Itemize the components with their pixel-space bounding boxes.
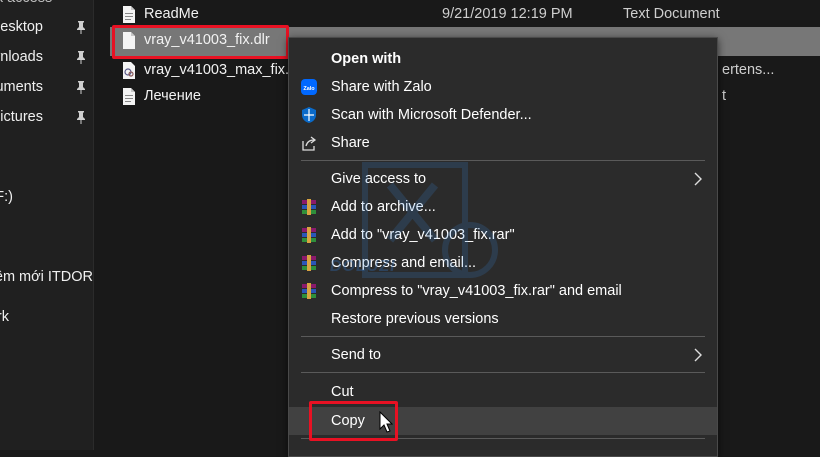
nav-item-label: Quick access [0,0,52,10]
file-name: Лечение [144,88,201,104]
winrar-icon [302,199,316,215]
menu-item-give-access[interactable]: Give access to [289,165,717,193]
nav-item-label: (F:) [0,189,13,205]
text-file-icon [123,88,135,105]
pin-icon [77,51,85,64]
nav-item-network[interactable]: Network [0,305,93,329]
menu-item-label: Scan with Microsoft Defender... [331,107,532,123]
nav-item-downloads[interactable]: Downloads [0,45,93,69]
menu-item-compress-rar-email[interactable]: Compress to "vray_v41003_fix.rar" and em… [289,277,717,305]
pin-icon [77,81,85,94]
file-name: ReadMe [144,6,199,22]
menu-item-scan-defender[interactable]: Scan with Microsoft Defender... [289,101,717,129]
menu-item-restore-previous[interactable]: Restore previous versions [289,305,717,333]
file-type: t [722,88,727,104]
file-type: ertens... [722,62,775,78]
menu-item-open-with[interactable]: Open with [289,45,717,73]
menu-item-add-to-rar[interactable]: Add to "vray_v41003_fix.rar" [289,221,717,249]
navigation-pane: Quick access Desktop Downloads Documents… [0,0,94,450]
menu-item-send-to[interactable]: Send to [289,341,717,369]
nav-item-label: Pictures [0,109,43,125]
menu-item-label: Send to [331,347,381,363]
menu-item-label: Share with Zalo [331,79,432,95]
menu-separator [301,160,705,161]
pin-icon [77,111,85,124]
nav-item-label: Mẹo tải phần mềm mới ITDOR [0,269,93,285]
nav-item-label: Network [0,309,9,325]
winrar-icon [302,255,316,271]
text-file-icon [123,6,135,23]
file-type: Text Document [623,6,720,22]
registry-file-icon [123,62,135,79]
menu-item-label: Give access to [331,171,427,187]
file-name: vray_v41003_max_fix.d [144,62,298,78]
nav-item-label: Downloads [0,49,43,65]
nav-item-folder-itdor[interactable]: Mẹo tải phần mềm mới ITDOR [0,265,93,289]
menu-separator [301,336,705,337]
menu-item-label: Share [331,135,370,151]
nav-item-quick-access[interactable]: Quick access [0,0,93,10]
menu-separator [301,372,705,373]
context-menu: Open with Zalo Share with Zalo Scan with… [288,37,718,457]
winrar-icon [302,283,316,299]
chevron-right-icon [694,172,702,186]
nav-item-desktop[interactable]: Desktop [0,15,93,39]
highlight-box-selected-file [112,25,289,59]
nav-item-pictures[interactable]: Pictures [0,105,93,129]
nav-item-label: Documents [0,79,43,95]
winrar-icon [302,227,316,243]
pin-icon [77,21,85,34]
zalo-icon: Zalo [301,79,317,95]
menu-item-label: Add to archive... [331,199,436,215]
nav-item-drive-f[interactable]: (F:) [0,185,93,209]
defender-shield-icon [302,107,316,123]
watermark-text: DOLUZI [330,258,396,275]
svg-text:Zalo: Zalo [303,86,315,92]
menu-item-label: Open with [331,51,402,67]
menu-item-share-zalo[interactable]: Zalo Share with Zalo [289,73,717,101]
menu-item-label: Compress to "vray_v41003_fix.rar" and em… [331,283,622,299]
menu-item-label: Add to "vray_v41003_fix.rar" [331,227,515,243]
nav-item-label: Desktop [0,19,43,35]
chevron-right-icon [694,348,702,362]
mouse-cursor-icon [379,411,393,433]
menu-item-add-to-archive[interactable]: Add to archive... [289,193,717,221]
nav-item-documents[interactable]: Documents [0,75,93,99]
menu-item-share[interactable]: Share [289,129,717,157]
file-date: 9/21/2019 12:19 PM [442,6,573,22]
menu-item-label: Restore previous versions [331,311,499,327]
share-icon [302,136,317,151]
